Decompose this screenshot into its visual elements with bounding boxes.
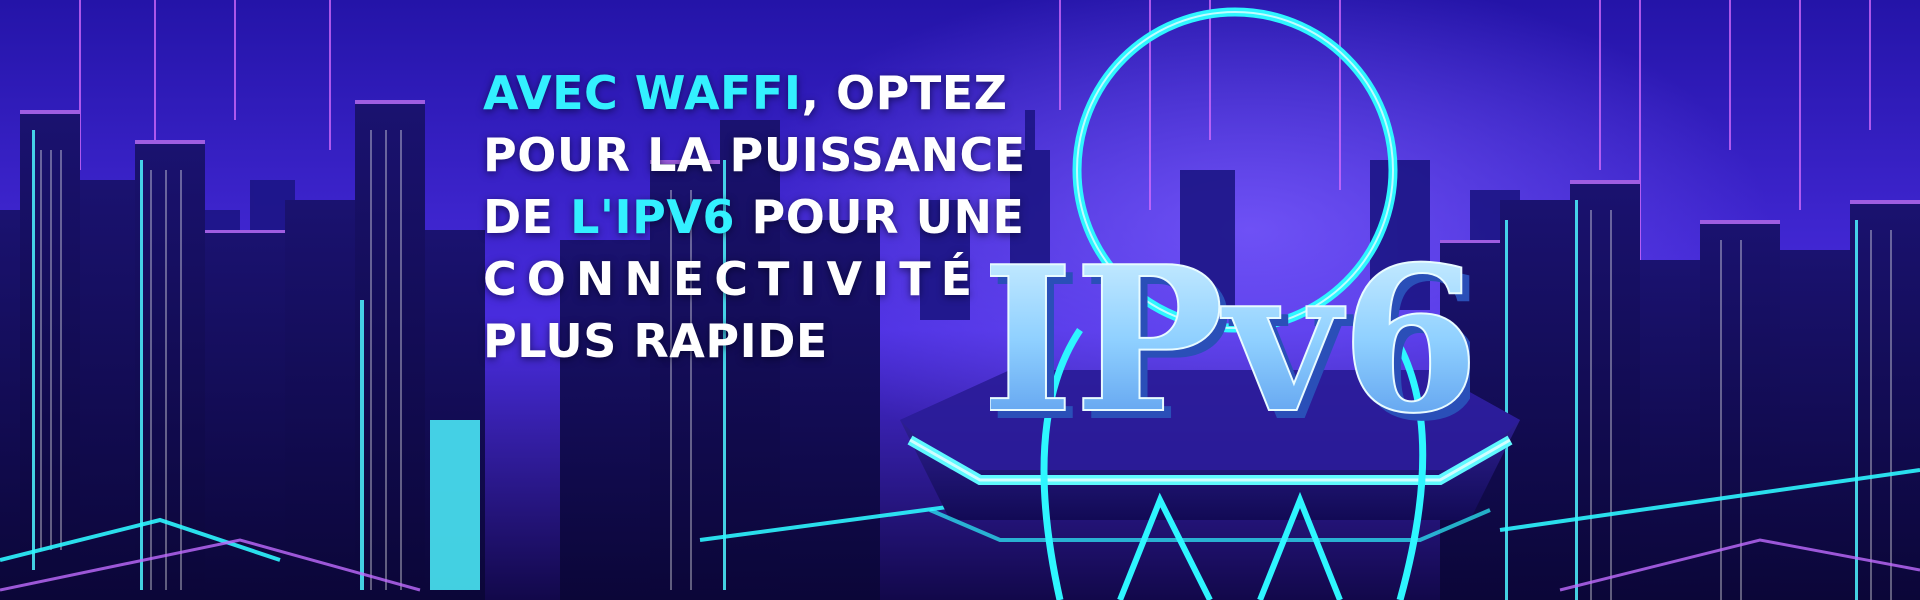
promo-banner: IPv6 IPv6 AVEC WAFFI, OPTEZ POUR LA PUIS…: [0, 0, 1920, 600]
ipv6-3d-logo: IPv6 IPv6: [990, 222, 1470, 440]
headline-ipv6-highlight: L'IPV6: [570, 190, 735, 244]
headline-line-1-rest: , OPTEZ: [801, 66, 1008, 120]
headline-line-3-rest: POUR UNE: [734, 190, 1025, 244]
banner-headline: AVEC WAFFI, OPTEZ POUR LA PUISSANCE DE L…: [483, 62, 1026, 372]
headline-line-2: POUR LA PUISSANCE: [483, 128, 1026, 182]
headline-line-3-start: DE: [483, 190, 571, 244]
headline-line-5: PLUS RAPIDE: [483, 314, 828, 368]
headline-line-1: AVEC WAFFI, OPTEZ: [483, 62, 1026, 124]
ipv6-logo-text: IPv6: [990, 223, 1470, 440]
headline-brand-highlight: AVEC WAFFI: [483, 66, 802, 120]
headline-line-3: DE L'IPV6 POUR UNE: [483, 186, 1026, 248]
headline-line-4: CONNECTIVITÉ: [483, 252, 983, 306]
